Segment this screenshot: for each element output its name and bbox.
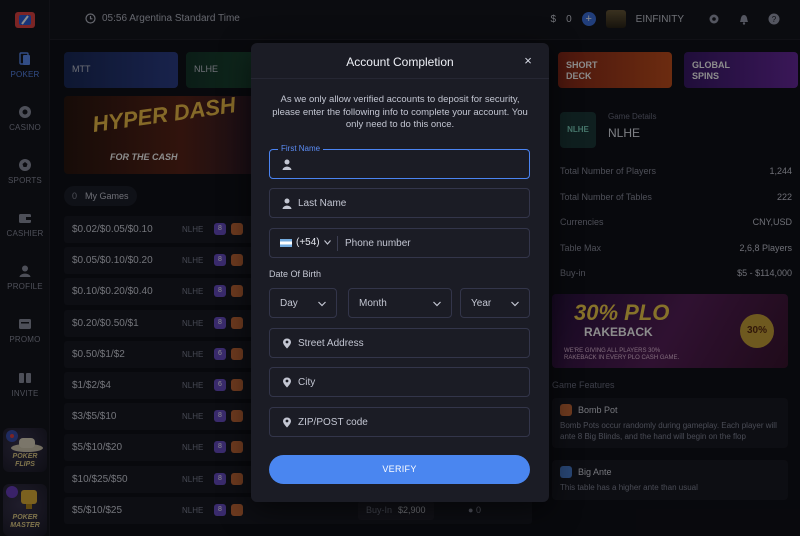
modal-description: As we only allow verified accounts to de…: [272, 94, 528, 130]
zip-placeholder: ZIP/POST code: [298, 417, 368, 428]
chevron-down-icon: [323, 240, 331, 245]
location-pin-icon: [283, 377, 291, 388]
first-name-field[interactable]: First Name: [269, 144, 530, 179]
day-select[interactable]: Day: [269, 288, 337, 318]
account-completion-modal: Account Completion × As we only allow ve…: [251, 43, 549, 502]
day-select-label: Day: [280, 298, 298, 309]
modal-title: Account Completion: [346, 55, 454, 69]
argentina-flag-icon: [280, 238, 292, 247]
chevron-down-icon: [318, 301, 326, 307]
location-pin-icon: [283, 338, 291, 349]
phone-placeholder: Phone number: [345, 238, 411, 249]
first-name-label: First Name: [278, 144, 324, 153]
city-field[interactable]: City: [269, 367, 530, 397]
street-placeholder: Street Address: [298, 338, 364, 349]
chevron-down-icon: [433, 301, 441, 307]
city-placeholder: City: [298, 377, 316, 388]
app-root: POKER CASINO SPORTS CASHIER PROFILE PROM…: [0, 0, 800, 536]
chevron-down-icon: [511, 301, 519, 307]
year-select[interactable]: Year: [460, 288, 530, 318]
country-code-select[interactable]: (+54): [280, 237, 331, 248]
street-address-field[interactable]: Street Address: [269, 328, 530, 358]
year-select-label: Year: [471, 298, 492, 309]
user-icon: [282, 198, 292, 209]
month-select[interactable]: Month: [348, 288, 452, 318]
zip-field[interactable]: ZIP/POST code: [269, 407, 530, 437]
last-name-field[interactable]: Last Name: [269, 188, 530, 218]
user-icon: [282, 159, 292, 170]
close-button[interactable]: ×: [521, 54, 535, 68]
phone-field[interactable]: (+54) Phone number: [269, 228, 530, 258]
month-select-label: Month: [359, 298, 387, 309]
location-pin-icon: [283, 417, 291, 428]
dob-label: Date Of Birth: [269, 269, 322, 279]
last-name-placeholder: Last Name: [298, 198, 347, 209]
verify-button[interactable]: VERIFY: [269, 455, 530, 484]
modal-header: Account Completion ×: [251, 43, 549, 79]
divider: [337, 236, 338, 251]
country-code: (+54): [296, 237, 320, 248]
